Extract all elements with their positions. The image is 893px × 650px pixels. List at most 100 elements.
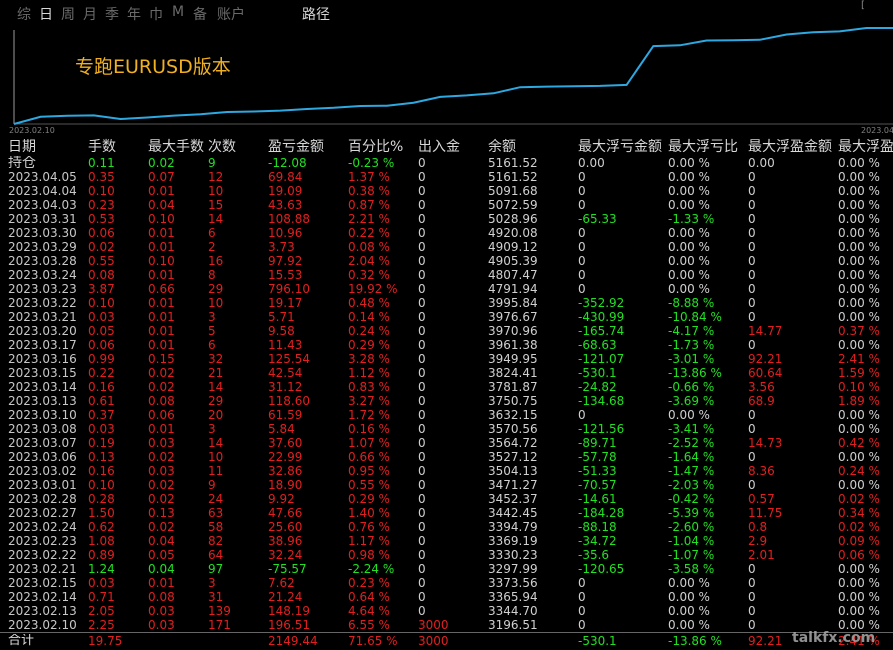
table-row[interactable]: 2023.03.08 0.03 0.01 3 5.84 0.16 % 0 3570.56 -12…	[0, 422, 893, 436]
table-row[interactable]: 2023.03.07 0.19 0.03 14 37.60 1.07 % 0 3564.72 -…	[0, 436, 893, 450]
table-row[interactable]: 2023.03.16 0.99 0.15 32 125.54 3.28 % 0 3949.95…	[0, 352, 893, 366]
table-row[interactable]: 2023.02.10 2.25 0.03 171 196.51 6.55 % 3000 319…	[0, 618, 893, 632]
cell-percent: 0.55 %	[348, 478, 390, 492]
cell-count: 32	[208, 352, 224, 366]
table-row[interactable]: 2023.02.21 1.24 0.04 97 -75.57 -2.24 % 0 3297.9…	[0, 562, 893, 576]
cell-count: 97	[208, 562, 224, 576]
cell-deposit: 0	[418, 170, 426, 184]
cell-max-lots: 0.03	[148, 604, 175, 618]
cell-date: 持仓	[8, 156, 36, 170]
cell-balance: 3750.75	[488, 394, 538, 408]
table-row[interactable]: 2023.03.10 0.37 0.06 20 61.59 1.72 % 0 3632.15 0…	[0, 408, 893, 422]
cell-balance: 4807.47	[488, 268, 538, 282]
table-row[interactable]: 2023.03.06 0.13 0.02 10 22.99 0.66 % 0 3527.12 -…	[0, 450, 893, 464]
table-row[interactable]: 2023.04.03 0.23 0.04 15 43.63 0.87 % 0 5072.59 0…	[0, 198, 893, 212]
cell-date: 2023.03.22	[8, 296, 77, 310]
table-row[interactable]: 2023.03.22 0.10 0.01 10 19.17 0.48 % 0 3995.84 -…	[0, 296, 893, 310]
tab-account[interactable]: 账户	[217, 4, 245, 24]
cell-lots: 0.11	[88, 156, 115, 170]
cell-balance: 3527.12	[488, 450, 538, 464]
cell-max-float-profit: 2.01	[748, 548, 775, 562]
cell-max-float-profit: 8.36	[748, 464, 775, 478]
cell-count: 6	[208, 226, 216, 240]
total-percent: 71.65 %	[348, 634, 398, 648]
table-row[interactable]: 2023.02.24 0.62 0.02 58 25.60 0.76 % 0 3394.79 -…	[0, 520, 893, 534]
table-row[interactable]: 2023.03.21 0.03 0.01 3 5.71 0.14 % 0 3976.67 -43…	[0, 310, 893, 324]
cell-deposit: 0	[418, 590, 426, 604]
cell-max-float-loss-pct: -2.03 %	[668, 478, 715, 492]
cell-max-float-loss: 0	[578, 226, 586, 240]
table-row[interactable]: 2023.03.15 0.22 0.02 21 42.54 1.12 % 0 3824.41 -…	[0, 366, 893, 380]
table-row[interactable]: 2023.02.28 0.28 0.02 24 9.92 0.29 % 0 3452.37 -1…	[0, 492, 893, 506]
tab-daily[interactable]: 日	[39, 4, 53, 24]
cell-max-float-loss-pct: 0.00 %	[668, 282, 710, 296]
table-row[interactable]: 2023.03.02 0.16 0.03 11 32.86 0.95 % 0 3504.13 -…	[0, 464, 893, 478]
cell-max-float-profit: 0.57	[748, 492, 775, 506]
cell-max-float-profit-pct: 0.37 %	[838, 324, 880, 338]
tab-weekly[interactable]: 周	[61, 4, 75, 24]
table-row[interactable]: 2023.03.23 3.87 0.66 29 796.10 19.92 % 0 4791.9…	[0, 282, 893, 296]
table-row[interactable]: 2023.02.13 2.05 0.03 139 148.19 4.64 % 0 3344.7…	[0, 604, 893, 618]
route-button[interactable]: 路径	[302, 4, 330, 24]
cell-max-lots: 0.02	[148, 156, 175, 170]
cell-balance: 3365.94	[488, 590, 538, 604]
tab-currency[interactable]: 巾	[149, 4, 163, 24]
cell-pnl: 31.12	[268, 380, 303, 394]
cell-max-float-profit-pct: 0.00 %	[838, 212, 880, 226]
tab-note[interactable]: 备	[193, 4, 207, 24]
table-row[interactable]: 2023.03.14 0.16 0.02 14 31.12 0.83 % 0 3781.87 -…	[0, 380, 893, 394]
cell-max-float-loss: -165.74	[578, 324, 625, 338]
cell-date: 2023.02.10	[8, 618, 77, 632]
tab-magic[interactable]: M	[172, 4, 184, 20]
table-row[interactable]: 2023.04.04 0.10 0.01 10 19.09 0.38 % 0 5091.68 0…	[0, 184, 893, 198]
table-row[interactable]: 2023.03.17 0.06 0.01 6 11.43 0.29 % 0 3961.38 -6…	[0, 338, 893, 352]
cell-pnl: 5.84	[268, 422, 295, 436]
cell-count: 5	[208, 324, 216, 338]
cell-max-float-profit-pct: 0.09 %	[838, 534, 880, 548]
cell-max-float-loss-pct: -3.69 %	[668, 394, 715, 408]
tab-quarterly[interactable]: 季	[105, 4, 119, 24]
cell-balance: 3344.70	[488, 604, 538, 618]
cell-max-float-profit-pct: 0.06 %	[838, 548, 880, 562]
table-row[interactable]: 2023.03.24 0.08 0.01 8 15.53 0.32 % 0 4807.47 0 0…	[0, 268, 893, 282]
cell-deposit: 0	[418, 212, 426, 226]
cell-deposit: 0	[418, 282, 426, 296]
cell-max-lots: 0.07	[148, 170, 175, 184]
cell-balance: 3394.79	[488, 520, 538, 534]
cell-max-float-loss-pct: 0.00 %	[668, 240, 710, 254]
cell-max-float-loss-pct: -8.88 %	[668, 296, 715, 310]
cell-count: 64	[208, 548, 224, 562]
table-row[interactable]: 2023.03.13 0.61 0.08 29 118.60 3.27 % 0 3750.75…	[0, 394, 893, 408]
cell-max-float-profit: 0	[748, 268, 756, 282]
tab-yearly[interactable]: 年	[127, 4, 141, 24]
cell-max-float-loss: -88.18	[578, 520, 617, 534]
cell-date: 2023.03.01	[8, 478, 77, 492]
table-row[interactable]: 2023.03.31 0.53 0.10 14 108.88 2.21 % 0 5028.96…	[0, 212, 893, 226]
table-row[interactable]: 持仓 0.11 0.02 9 -12.08 -0.23 % 0 5161.52 0.00 0.00…	[0, 156, 893, 170]
cell-max-float-profit: 0	[748, 198, 756, 212]
cell-max-float-profit: 0	[748, 226, 756, 240]
tab-summary[interactable]: 综	[17, 4, 31, 24]
tab-monthly[interactable]: 月	[83, 4, 97, 24]
table-row[interactable]: 2023.03.20 0.05 0.01 5 9.58 0.24 % 0 3970.96 -16…	[0, 324, 893, 338]
cell-percent: 3.28 %	[348, 352, 390, 366]
cell-deposit: 0	[418, 380, 426, 394]
cell-max-float-profit: 0.00	[748, 156, 775, 170]
table-row[interactable]: 2023.02.23 1.08 0.04 82 38.96 1.17 % 0 3369.19 -…	[0, 534, 893, 548]
cell-lots: 1.08	[88, 534, 115, 548]
table-row[interactable]: 2023.02.14 0.71 0.08 31 21.24 0.64 % 0 3365.94 0…	[0, 590, 893, 604]
cell-pnl: 19.17	[268, 296, 303, 310]
table-row[interactable]: 2023.02.22 0.89 0.05 64 32.24 0.98 % 0 3330.23 -…	[0, 548, 893, 562]
table-row[interactable]: 2023.03.01 0.10 0.02 9 18.90 0.55 % 0 3471.27 -7…	[0, 478, 893, 492]
cell-max-float-profit-pct: 0.34 %	[838, 506, 880, 520]
table-row[interactable]: 2023.04.05 0.35 0.07 12 69.84 1.37 % 0 5161.52 0…	[0, 170, 893, 184]
cell-max-float-loss-pct: -13.86 %	[668, 366, 722, 380]
table-row[interactable]: 2023.03.28 0.55 0.10 16 97.92 2.04 % 0 4905.39 0…	[0, 254, 893, 268]
cell-lots: 0.06	[88, 226, 115, 240]
table-row[interactable]: 2023.03.30 0.06 0.01 6 10.96 0.22 % 0 4920.08 0 0…	[0, 226, 893, 240]
table-row[interactable]: 2023.02.15 0.03 0.01 3 7.62 0.23 % 0 3373.56 0 0.…	[0, 576, 893, 590]
cell-max-lots: 0.10	[148, 254, 175, 268]
table-row[interactable]: 2023.02.27 1.50 0.13 63 47.66 1.40 % 0 3442.45 -…	[0, 506, 893, 520]
table-row[interactable]: 2023.03.29 0.02 0.01 2 3.73 0.08 % 0 4909.12 0 0.…	[0, 240, 893, 254]
cell-date: 2023.03.10	[8, 408, 77, 422]
